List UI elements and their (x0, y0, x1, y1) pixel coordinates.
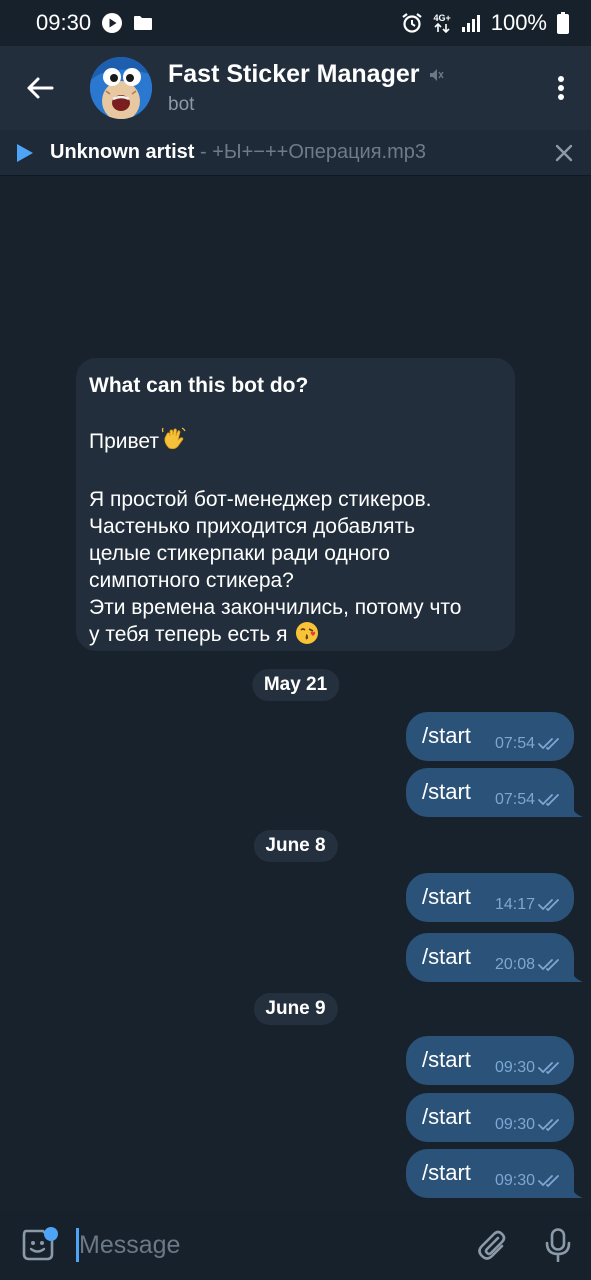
chat-header: Fast Sticker Manager bot (0, 46, 591, 130)
status-right: 4G+ 100% (401, 10, 569, 36)
message-time: 07:54 (494, 791, 535, 808)
status-left: 09:30 (36, 10, 153, 36)
read-check-icon (538, 959, 559, 971)
back-button[interactable] (0, 46, 80, 130)
track-artist: Unknown artist (50, 141, 195, 163)
bubble-tail (571, 1184, 583, 1198)
attach-button[interactable] (459, 1210, 525, 1280)
message-text: /start (422, 884, 471, 909)
date-separator: June 9 (253, 993, 338, 1025)
track-separator: - (194, 141, 213, 163)
chat-title-area[interactable]: Fast Sticker Manager bot (168, 60, 531, 116)
folder-icon (133, 14, 153, 32)
microphone-icon (545, 1228, 571, 1262)
close-icon (555, 144, 573, 161)
message-meta: 09:30 (495, 1172, 564, 1190)
message-meta: 09:30 (495, 1116, 564, 1134)
greeting-line: Привет (89, 426, 502, 459)
message-meta: 09:30 (495, 1059, 564, 1077)
description-line: у тебя теперь есть я (89, 623, 288, 646)
battery-percent: 100% (490, 10, 547, 35)
description-line: целые стикерпаки ради одного (89, 542, 390, 565)
more-vertical-icon (558, 76, 564, 100)
message-text: /start (422, 1160, 471, 1185)
outgoing-message[interactable]: /start 09:30 (406, 1036, 574, 1085)
bubble-tail (571, 968, 583, 982)
chat-title: Fast Sticker Manager (168, 60, 420, 88)
voice-message-button[interactable] (525, 1210, 591, 1280)
title-row: Fast Sticker Manager (168, 60, 531, 89)
new-stickers-badge (44, 1227, 58, 1241)
track-info[interactable]: Unknown artist - +Ы+−++Операция.mp3 (50, 141, 537, 164)
signal-icon (461, 13, 481, 33)
message-meta: 20:08 (495, 956, 564, 974)
description-line: Эти времена закончились, потому что (89, 596, 462, 619)
bubble-tail (571, 803, 583, 817)
read-check-icon (538, 1062, 559, 1074)
track-title: +Ы+−++Операция.mp3 (212, 141, 427, 163)
message-text: /start (422, 779, 471, 804)
waving-hand-icon (161, 426, 187, 459)
music-player-bar[interactable]: Unknown artist - +Ы+−++Операция.mp3 (0, 130, 591, 176)
bot-description-title: What can this bot do? (89, 374, 309, 397)
network-type-label: 4G+ (433, 12, 451, 23)
media-playing-icon (101, 12, 123, 34)
date-separator: June 8 (253, 830, 338, 862)
message-meta: 07:54 (495, 735, 564, 753)
paperclip-icon (478, 1230, 506, 1260)
message-time: 09:30 (494, 1059, 535, 1076)
bot-description-card: What can this bot do? Привет Я простой б… (76, 358, 515, 651)
date-separator: May 21 (251, 669, 340, 701)
greeting-text: Привет (89, 430, 160, 453)
outgoing-message[interactable]: /start 09:30 (406, 1093, 574, 1142)
message-time: 14:17 (494, 896, 535, 913)
outgoing-message[interactable]: /start 07:54 (406, 712, 574, 761)
outgoing-message[interactable]: /start 09:30 (406, 1149, 583, 1198)
battery-icon (557, 12, 569, 34)
kiss-face-icon (295, 621, 319, 652)
avatar[interactable] (90, 57, 152, 119)
message-text: /start (422, 1047, 471, 1072)
read-check-icon (538, 794, 559, 806)
message-time: 09:30 (494, 1172, 535, 1189)
message-composer (0, 1210, 591, 1280)
chat-screen: 09:30 4G+ 100% Fast Sticker Manager bot … (0, 0, 591, 1280)
more-options-button[interactable] (531, 46, 591, 130)
outgoing-message[interactable]: /start 07:54 (406, 768, 583, 817)
outgoing-message[interactable]: /start 14:17 (406, 873, 574, 922)
read-check-icon (538, 899, 559, 911)
chat-subtitle: bot (168, 94, 195, 115)
message-meta: 07:54 (495, 791, 564, 809)
message-text: /start (422, 723, 471, 748)
alarm-icon (401, 12, 423, 34)
status-bar: 09:30 4G+ 100% (0, 0, 591, 46)
close-player-button[interactable] (537, 130, 591, 176)
play-button[interactable] (16, 143, 42, 163)
message-time: 20:08 (494, 956, 535, 973)
play-icon (17, 143, 33, 162)
message-meta: 14:17 (495, 896, 564, 914)
message-time: 09:30 (494, 1116, 535, 1133)
message-text: /start (422, 944, 471, 969)
message-time: 07:54 (494, 735, 535, 752)
message-input[interactable] (76, 1228, 459, 1262)
outgoing-message[interactable]: /start 20:08 (406, 933, 583, 982)
message-text: /start (422, 1104, 471, 1129)
description-line: Я простой бот-менеджер стикеров. (89, 488, 432, 511)
read-check-icon (538, 1175, 559, 1187)
description-line: Частенько приходится добавлять (89, 515, 416, 538)
status-time: 09:30 (36, 10, 92, 35)
network-4g-icon: 4G+ (433, 12, 451, 33)
read-check-icon (538, 1119, 559, 1131)
muted-icon (429, 68, 444, 81)
description-line: симпотного стикера? (89, 569, 294, 592)
sticker-button[interactable] (0, 1210, 76, 1280)
description-last-line: у тебя теперь есть я (89, 621, 502, 652)
arrow-left-icon (27, 77, 54, 99)
read-check-icon (538, 738, 559, 750)
